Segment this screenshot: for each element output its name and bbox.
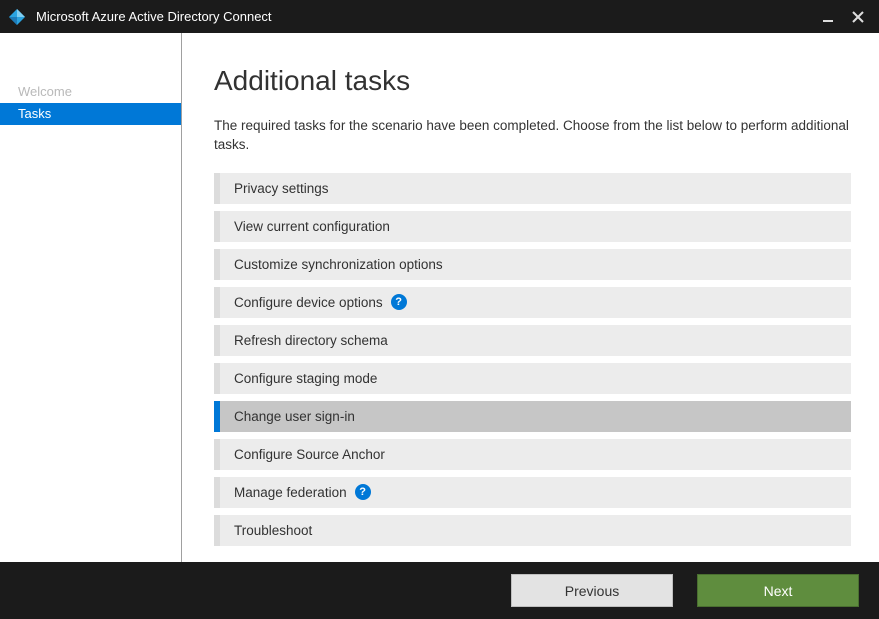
task-label: View current configuration <box>234 219 390 234</box>
window-title: Microsoft Azure Active Directory Connect <box>36 9 813 24</box>
task-item[interactable]: Manage federation? <box>214 477 851 508</box>
help-icon[interactable]: ? <box>391 294 407 310</box>
task-accent-bar <box>214 325 220 356</box>
next-button[interactable]: Next <box>697 574 859 607</box>
titlebar: Microsoft Azure Active Directory Connect <box>0 0 879 33</box>
help-icon[interactable]: ? <box>355 484 371 500</box>
task-item[interactable]: View current configuration <box>214 211 851 242</box>
task-accent-bar <box>214 249 220 280</box>
task-label: Change user sign-in <box>234 409 355 424</box>
task-item[interactable]: Change user sign-in <box>214 401 851 432</box>
task-label: Configure staging mode <box>234 371 377 386</box>
page-heading: Additional tasks <box>214 65 851 97</box>
task-label: Troubleshoot <box>234 523 312 538</box>
footer: Previous Next <box>0 562 879 619</box>
task-label: Refresh directory schema <box>234 333 388 348</box>
app-logo-icon <box>8 8 26 26</box>
page-description: The required tasks for the scenario have… <box>214 117 851 155</box>
task-accent-bar <box>214 477 220 508</box>
task-item[interactable]: Customize synchronization options <box>214 249 851 280</box>
task-accent-bar <box>214 173 220 204</box>
task-label: Manage federation <box>234 485 347 500</box>
sidebar-item-tasks[interactable]: Tasks <box>0 103 181 125</box>
task-label: Privacy settings <box>234 181 329 196</box>
content-area: Welcome Tasks Additional tasks The requir… <box>0 33 879 562</box>
task-item[interactable]: Refresh directory schema <box>214 325 851 356</box>
previous-button[interactable]: Previous <box>511 574 673 607</box>
task-label: Customize synchronization options <box>234 257 443 272</box>
task-accent-bar <box>214 363 220 394</box>
close-button[interactable] <box>843 3 873 31</box>
task-item[interactable]: Configure staging mode <box>214 363 851 394</box>
sidebar: Welcome Tasks <box>0 33 182 562</box>
task-accent-bar <box>214 211 220 242</box>
task-label: Configure device options <box>234 295 383 310</box>
task-accent-bar <box>214 401 220 432</box>
task-label: Configure Source Anchor <box>234 447 385 462</box>
task-item[interactable]: Configure Source Anchor <box>214 439 851 470</box>
task-accent-bar <box>214 439 220 470</box>
main-panel: Additional tasks The required tasks for … <box>182 33 879 562</box>
task-item[interactable]: Troubleshoot <box>214 515 851 546</box>
sidebar-item-label: Tasks <box>18 106 51 121</box>
task-accent-bar <box>214 287 220 318</box>
sidebar-item-label: Welcome <box>18 84 72 99</box>
task-accent-bar <box>214 515 220 546</box>
sidebar-item-welcome[interactable]: Welcome <box>0 81 181 103</box>
task-list: Privacy settings View current configurati… <box>214 173 851 546</box>
task-item[interactable]: Configure device options? <box>214 287 851 318</box>
task-item[interactable]: Privacy settings <box>214 173 851 204</box>
minimize-button[interactable] <box>813 3 843 31</box>
